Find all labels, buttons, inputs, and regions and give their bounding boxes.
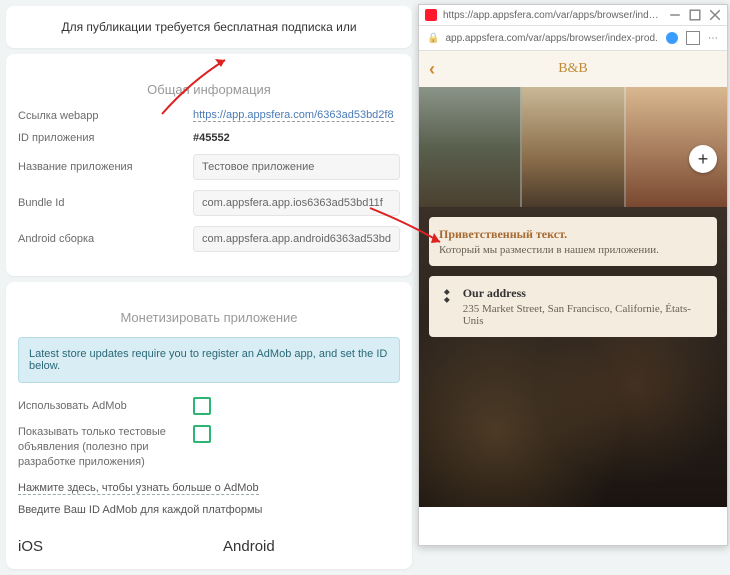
app-name-input[interactable] (193, 154, 400, 180)
admob-alert: Latest store updates require you to regi… (18, 337, 400, 383)
app-content: Приветственный текст. Который мы размест… (419, 207, 727, 507)
admob-learn-more-link[interactable]: Нажмите здесь, чтобы узнать больше о AdM… (18, 482, 259, 495)
address-url: app.appsfera.com/var/apps/browser/index-… (445, 33, 666, 44)
welcome-box: Приветственный текст. Который мы размест… (429, 217, 717, 266)
opera-icon (425, 9, 437, 21)
bundle-id-input[interactable] (193, 190, 400, 216)
address-bar[interactable]: 🔒 app.appsfera.com/var/apps/browser/inde… (419, 26, 727, 51)
hero-gallery[interactable]: + (419, 87, 727, 207)
platform-android: Android (223, 538, 275, 555)
app-header: ‹ B&B (419, 51, 727, 87)
address-box[interactable]: Our address 235 Market Street, San Franc… (429, 276, 717, 337)
address-icon (439, 288, 455, 304)
back-button[interactable]: ‹ (429, 59, 435, 80)
android-build-label: Android сборка (18, 233, 193, 245)
maximize-icon[interactable] (689, 9, 701, 21)
enter-admob-id-text: Введите Ваш ID AdMob для каждой платформ… (18, 504, 400, 516)
use-admob-checkbox[interactable] (193, 397, 211, 415)
app-title: B&B (558, 61, 588, 77)
welcome-title: Приветственный текст. (439, 227, 707, 242)
window-url: https://app.appsfera.com/var/apps/browse… (443, 10, 661, 21)
test-ads-checkbox[interactable] (193, 425, 211, 443)
use-admob-label: Использовать AdMob (18, 400, 193, 412)
browser-window: https://app.appsfera.com/var/apps/browse… (418, 4, 728, 546)
platform-ios: iOS (18, 538, 43, 555)
section-title-general: Общая информация (18, 82, 400, 97)
lock-icon: 🔒 (427, 33, 439, 44)
shield-icon[interactable] (666, 32, 678, 44)
address-text: 235 Market Street, San Francisco, Califo… (463, 303, 707, 327)
welcome-text: Который мы разместили в нашем приложении… (439, 244, 707, 256)
hero-image-1[interactable] (419, 87, 522, 207)
close-icon[interactable] (709, 9, 721, 21)
app-id-value: #45552 (193, 132, 230, 144)
webapp-link[interactable]: https://app.appsfera.com/6363ad53bd2f8 (193, 109, 394, 122)
bundle-id-label: Bundle Id (18, 197, 193, 209)
app-name-label: Название приложения (18, 161, 193, 173)
android-build-input[interactable] (193, 226, 400, 252)
address-title: Our address (463, 286, 707, 301)
menu-icon[interactable]: ⋯ (708, 33, 719, 44)
test-ads-label: Показывать только тестовые объявления (п… (18, 425, 193, 470)
webapp-link-label: Ссылка webapp (18, 110, 193, 122)
app-id-label: ID приложения (18, 132, 193, 144)
section-title-monetize: Монетизировать приложение (18, 310, 400, 325)
general-info-card: Общая информация Ссылка webapp https://a… (6, 54, 412, 276)
hero-image-2[interactable] (522, 87, 625, 207)
titlebar: https://app.appsfera.com/var/apps/browse… (419, 5, 727, 26)
minimize-icon[interactable] (669, 9, 681, 21)
add-button[interactable]: + (689, 145, 717, 173)
extensions-icon[interactable] (686, 31, 700, 45)
hero-image-3[interactable] (626, 87, 727, 207)
monetize-card: Монетизировать приложение Latest store u… (6, 282, 412, 569)
subscription-notice: Для публикации требуется бесплатная подп… (6, 6, 412, 48)
